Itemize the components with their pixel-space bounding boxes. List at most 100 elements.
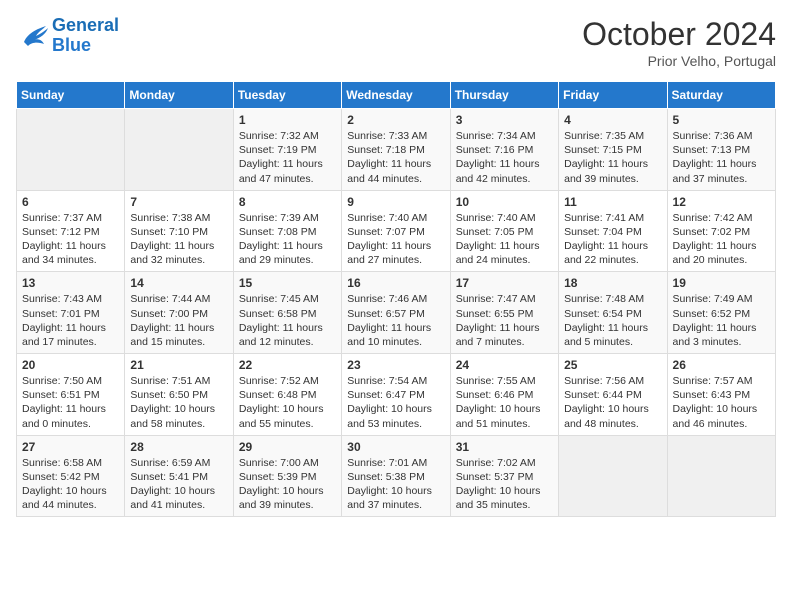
- day-info: Sunrise: 7:40 AM Sunset: 7:05 PM Dayligh…: [456, 211, 553, 268]
- day-number: 14: [130, 276, 227, 290]
- column-header-wednesday: Wednesday: [342, 82, 450, 109]
- logo-icon: [16, 22, 48, 50]
- calendar-cell: 17Sunrise: 7:47 AM Sunset: 6:55 PM Dayli…: [450, 272, 558, 354]
- day-number: 4: [564, 113, 661, 127]
- day-number: 18: [564, 276, 661, 290]
- day-info: Sunrise: 7:50 AM Sunset: 6:51 PM Dayligh…: [22, 374, 119, 431]
- calendar-cell: 22 Sunrise: 7:52 AM Sunset: 6:48 PM Dayli…: [233, 354, 341, 436]
- day-number: 6: [22, 195, 119, 209]
- calendar-cell: [559, 435, 667, 517]
- day-info: Sunrise: 7:44 AM Sunset: 7:00 PM Dayligh…: [130, 292, 227, 349]
- day-number: 2: [347, 113, 444, 127]
- day-info: Sunrise: 7:37 AM Sunset: 7:12 PM Dayligh…: [22, 211, 119, 268]
- day-number: 5: [673, 113, 770, 127]
- calendar-cell: 10 Sunrise: 7:40 AM Sunset: 7:05 PM Dayli…: [450, 190, 558, 272]
- day-info: Sunrise: 7:43 AM Sunset: 7:01 PM Dayligh…: [22, 292, 119, 349]
- calendar-week-5: 27 Sunrise: 6:58 AM Sunset: 5:42 PM Dayli…: [17, 435, 776, 517]
- page-header: General Blue October 2024 Prior Velho, P…: [16, 16, 776, 69]
- calendar-cell: 16 Sunrise: 7:46 AM Sunset: 6:57 PM Dayli…: [342, 272, 450, 354]
- day-info: Sunrise: 7:52 AM Sunset: 6:48 PM Dayligh…: [239, 374, 336, 431]
- day-number: 12: [673, 195, 770, 209]
- day-number: 30: [347, 440, 444, 454]
- calendar-week-4: 20Sunrise: 7:50 AM Sunset: 6:51 PM Dayli…: [17, 354, 776, 436]
- calendar-cell: 3 Sunrise: 7:34 AM Sunset: 7:16 PM Daylig…: [450, 109, 558, 191]
- calendar-cell: 25 Sunrise: 7:56 AM Sunset: 6:44 PM Dayli…: [559, 354, 667, 436]
- calendar-cell: 23 Sunrise: 7:54 AM Sunset: 6:47 PM Dayli…: [342, 354, 450, 436]
- day-info: Sunrise: 6:58 AM Sunset: 5:42 PM Dayligh…: [22, 456, 119, 513]
- day-number: 27: [22, 440, 119, 454]
- day-number: 23: [347, 358, 444, 372]
- calendar-cell: 28Sunrise: 6:59 AM Sunset: 5:41 PM Dayli…: [125, 435, 233, 517]
- calendar-week-2: 6 Sunrise: 7:37 AM Sunset: 7:12 PM Daylig…: [17, 190, 776, 272]
- day-info: Sunrise: 6:59 AM Sunset: 5:41 PM Dayligh…: [130, 456, 227, 513]
- day-number: 1: [239, 113, 336, 127]
- day-info: Sunrise: 7:55 AM Sunset: 6:46 PM Dayligh…: [456, 374, 553, 431]
- calendar-cell: [667, 435, 775, 517]
- day-number: 13: [22, 276, 119, 290]
- day-number: 11: [564, 195, 661, 209]
- day-info: Sunrise: 7:40 AM Sunset: 7:07 PM Dayligh…: [347, 211, 444, 268]
- day-info: Sunrise: 7:45 AM Sunset: 6:58 PM Dayligh…: [239, 292, 336, 349]
- calendar-cell: 27 Sunrise: 6:58 AM Sunset: 5:42 PM Dayli…: [17, 435, 125, 517]
- title-block: October 2024 Prior Velho, Portugal: [582, 16, 776, 69]
- day-info: Sunrise: 7:34 AM Sunset: 7:16 PM Dayligh…: [456, 129, 553, 186]
- day-number: 3: [456, 113, 553, 127]
- day-info: Sunrise: 7:02 AM Sunset: 5:37 PM Dayligh…: [456, 456, 553, 513]
- day-number: 7: [130, 195, 227, 209]
- day-info: Sunrise: 7:36 AM Sunset: 7:13 PM Dayligh…: [673, 129, 770, 186]
- day-info: Sunrise: 7:46 AM Sunset: 6:57 PM Dayligh…: [347, 292, 444, 349]
- day-info: Sunrise: 7:38 AM Sunset: 7:10 PM Dayligh…: [130, 211, 227, 268]
- calendar-cell: 11 Sunrise: 7:41 AM Sunset: 7:04 PM Dayli…: [559, 190, 667, 272]
- day-number: 16: [347, 276, 444, 290]
- column-header-sunday: Sunday: [17, 82, 125, 109]
- day-info: Sunrise: 7:57 AM Sunset: 6:43 PM Dayligh…: [673, 374, 770, 431]
- calendar-cell: 31 Sunrise: 7:02 AM Sunset: 5:37 PM Dayli…: [450, 435, 558, 517]
- day-number: 19: [673, 276, 770, 290]
- calendar-cell: 6 Sunrise: 7:37 AM Sunset: 7:12 PM Daylig…: [17, 190, 125, 272]
- column-header-friday: Friday: [559, 82, 667, 109]
- day-info: Sunrise: 7:56 AM Sunset: 6:44 PM Dayligh…: [564, 374, 661, 431]
- calendar-cell: 14 Sunrise: 7:44 AM Sunset: 7:00 PM Dayli…: [125, 272, 233, 354]
- calendar-week-1: 1 Sunrise: 7:32 AM Sunset: 7:19 PM Daylig…: [17, 109, 776, 191]
- day-info: Sunrise: 7:41 AM Sunset: 7:04 PM Dayligh…: [564, 211, 661, 268]
- day-number: 22: [239, 358, 336, 372]
- day-number: 26: [673, 358, 770, 372]
- calendar-table: SundayMondayTuesdayWednesdayThursdayFrid…: [16, 81, 776, 517]
- day-info: Sunrise: 7:49 AM Sunset: 6:52 PM Dayligh…: [673, 292, 770, 349]
- calendar-cell: 1 Sunrise: 7:32 AM Sunset: 7:19 PM Daylig…: [233, 109, 341, 191]
- day-info: Sunrise: 7:48 AM Sunset: 6:54 PM Dayligh…: [564, 292, 661, 349]
- calendar-cell: 30 Sunrise: 7:01 AM Sunset: 5:38 PM Dayli…: [342, 435, 450, 517]
- calendar-cell: 19 Sunrise: 7:49 AM Sunset: 6:52 PM Dayli…: [667, 272, 775, 354]
- day-number: 10: [456, 195, 553, 209]
- day-number: 21: [130, 358, 227, 372]
- calendar-week-3: 13 Sunrise: 7:43 AM Sunset: 7:01 PM Dayli…: [17, 272, 776, 354]
- day-number: 25: [564, 358, 661, 372]
- day-info: Sunrise: 7:33 AM Sunset: 7:18 PM Dayligh…: [347, 129, 444, 186]
- day-info: Sunrise: 7:32 AM Sunset: 7:19 PM Dayligh…: [239, 129, 336, 186]
- day-info: Sunrise: 7:39 AM Sunset: 7:08 PM Dayligh…: [239, 211, 336, 268]
- calendar-cell: 29Sunrise: 7:00 AM Sunset: 5:39 PM Dayli…: [233, 435, 341, 517]
- day-info: Sunrise: 7:42 AM Sunset: 7:02 PM Dayligh…: [673, 211, 770, 268]
- month-title: October 2024: [582, 16, 776, 53]
- calendar-cell: 12 Sunrise: 7:42 AM Sunset: 7:02 PM Dayli…: [667, 190, 775, 272]
- day-number: 15: [239, 276, 336, 290]
- column-header-tuesday: Tuesday: [233, 82, 341, 109]
- day-number: 29: [239, 440, 336, 454]
- column-header-monday: Monday: [125, 82, 233, 109]
- day-number: 17: [456, 276, 553, 290]
- location: Prior Velho, Portugal: [582, 53, 776, 69]
- calendar-cell: 26 Sunrise: 7:57 AM Sunset: 6:43 PM Dayli…: [667, 354, 775, 436]
- calendar-cell: 5 Sunrise: 7:36 AM Sunset: 7:13 PM Daylig…: [667, 109, 775, 191]
- calendar-cell: 21 Sunrise: 7:51 AM Sunset: 6:50 PM Dayli…: [125, 354, 233, 436]
- calendar-cell: 7 Sunrise: 7:38 AM Sunset: 7:10 PM Daylig…: [125, 190, 233, 272]
- day-info: Sunrise: 7:51 AM Sunset: 6:50 PM Dayligh…: [130, 374, 227, 431]
- logo-text: General Blue: [52, 16, 119, 56]
- calendar-cell: [17, 109, 125, 191]
- calendar-cell: 2 Sunrise: 7:33 AM Sunset: 7:18 PM Daylig…: [342, 109, 450, 191]
- day-info: Sunrise: 7:35 AM Sunset: 7:15 PM Dayligh…: [564, 129, 661, 186]
- calendar-cell: 4 Sunrise: 7:35 AM Sunset: 7:15 PM Daylig…: [559, 109, 667, 191]
- calendar-cell: 15 Sunrise: 7:45 AM Sunset: 6:58 PM Dayli…: [233, 272, 341, 354]
- day-info: Sunrise: 7:54 AM Sunset: 6:47 PM Dayligh…: [347, 374, 444, 431]
- day-info: Sunrise: 7:01 AM Sunset: 5:38 PM Dayligh…: [347, 456, 444, 513]
- day-number: 31: [456, 440, 553, 454]
